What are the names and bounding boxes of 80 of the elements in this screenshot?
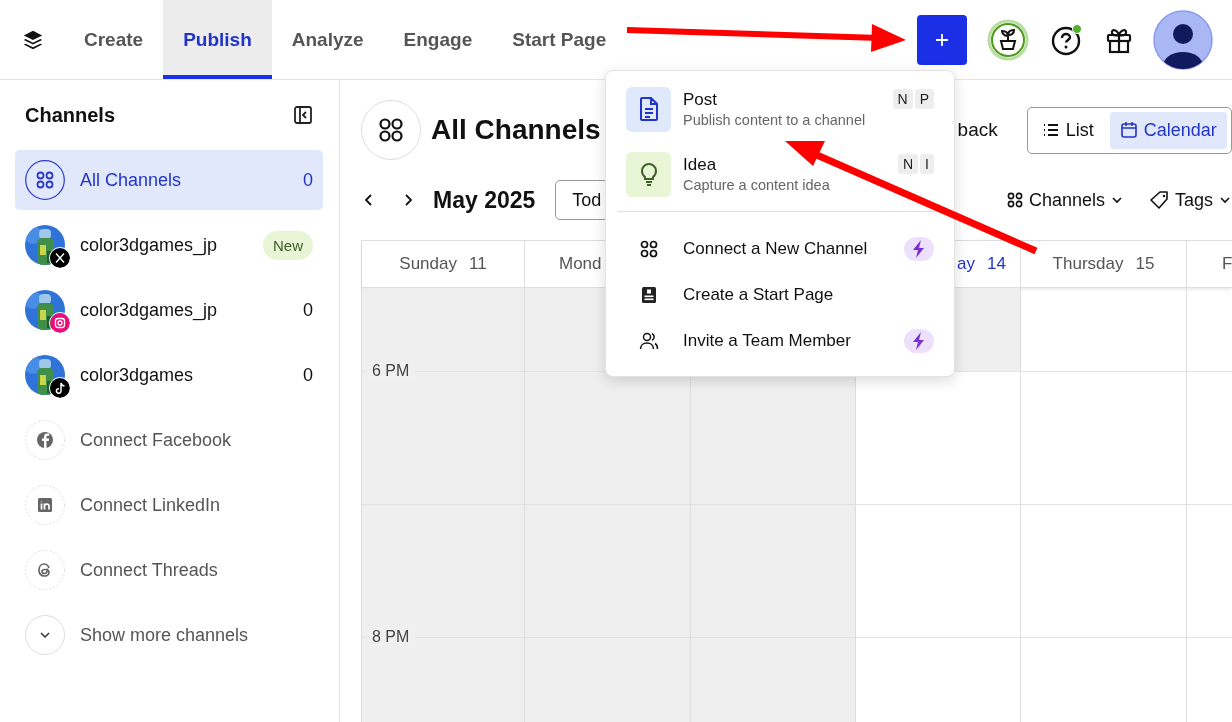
feedback-button[interactable]: back bbox=[957, 119, 998, 141]
nav-tab[interactable]: Start Page bbox=[492, 0, 627, 79]
menu-item[interactable]: Connect a New Channel bbox=[626, 226, 934, 272]
music-note-icon bbox=[49, 377, 71, 399]
day-name: Thursday bbox=[1052, 254, 1124, 274]
menu-item-description: Publish content to a channel bbox=[683, 112, 866, 128]
nav-tab[interactable]: Create bbox=[64, 0, 164, 79]
grid-icon bbox=[361, 100, 421, 160]
menu-item-label: Connect a New Channel bbox=[683, 239, 868, 259]
day-name: ay bbox=[957, 254, 976, 274]
grid-icon bbox=[1005, 191, 1024, 209]
linkedin-icon bbox=[25, 485, 65, 525]
avatar-icon[interactable] bbox=[1153, 9, 1213, 70]
channel-item[interactable]: Show more channels bbox=[15, 605, 323, 665]
day-name: Sunday bbox=[399, 254, 457, 274]
menu-item-title: Idea bbox=[683, 155, 718, 175]
page-title: All Channels bbox=[431, 114, 601, 146]
menu-item-title: Post bbox=[683, 90, 719, 110]
day-date: 11 bbox=[469, 254, 487, 274]
channel-name: color3dgames_jp bbox=[80, 234, 218, 256]
channel-item[interactable]: Connect LinkedIn bbox=[15, 475, 323, 535]
channel-item[interactable]: color3dgames 0 bbox=[15, 345, 323, 405]
day-date: 15 bbox=[1135, 254, 1155, 274]
channel-name: Connect Facebook bbox=[80, 429, 232, 451]
facebook-icon bbox=[25, 420, 65, 460]
day-date: 14 bbox=[987, 254, 1006, 274]
menu-item[interactable]: Invite a Team Member bbox=[626, 318, 934, 364]
grid-icon bbox=[639, 239, 659, 259]
menu-item-description: Capture a content idea bbox=[683, 177, 830, 193]
day-name: F bbox=[1222, 254, 1232, 274]
nav-tab[interactable]: Publish bbox=[163, 0, 272, 79]
channel-item[interactable]: Connect Facebook bbox=[15, 410, 323, 470]
nav-tab[interactable]: Engage bbox=[383, 0, 493, 79]
day-name: Mond bbox=[559, 254, 602, 274]
filter-dropdown[interactable]: Tags bbox=[1149, 189, 1232, 211]
new-badge: New bbox=[263, 230, 313, 260]
help-icon[interactable] bbox=[1049, 21, 1085, 58]
channel-name: Show more channels bbox=[80, 624, 249, 646]
channel-item[interactable]: color3dgames_jp New bbox=[15, 215, 323, 275]
channel-name: Connect LinkedIn bbox=[80, 494, 221, 516]
channel-item[interactable]: Connect Threads bbox=[15, 540, 323, 600]
grid-icon bbox=[25, 160, 65, 200]
list-icon bbox=[1041, 121, 1060, 139]
view-button[interactable]: Calendar bbox=[1109, 111, 1227, 149]
create-button[interactable] bbox=[917, 14, 967, 65]
chevron-down-icon bbox=[25, 615, 65, 655]
channel-name: color3dgames bbox=[80, 364, 194, 386]
threads-icon bbox=[25, 550, 65, 590]
layers-logo-icon[interactable] bbox=[22, 28, 44, 51]
post-count: 0 bbox=[303, 169, 313, 191]
filter-dropdown[interactable]: Channels bbox=[1005, 189, 1124, 211]
channel-name: All Channels bbox=[80, 169, 182, 191]
camera-icon bbox=[49, 312, 71, 334]
shortcut-key: N bbox=[892, 89, 913, 109]
people-icon bbox=[639, 331, 659, 351]
tag-icon bbox=[1149, 190, 1170, 210]
sidebar-title: Channels bbox=[25, 103, 116, 127]
view-button[interactable]: List bbox=[1031, 111, 1104, 149]
nav-tab[interactable]: Analyze bbox=[271, 0, 384, 79]
post-count: 0 bbox=[303, 364, 313, 386]
post-count: 0 bbox=[303, 299, 313, 321]
shortcut-key: I bbox=[920, 154, 934, 174]
menu-item-label: Create a Start Page bbox=[683, 285, 834, 305]
x-logo-icon bbox=[49, 247, 71, 269]
collapse-sidebar-icon[interactable] bbox=[293, 105, 313, 125]
menu-item[interactable]: Create a Start Page bbox=[626, 272, 934, 318]
menu-item-label: Invite a Team Member bbox=[683, 331, 851, 351]
menu-item[interactable]: Idea Capture a content idea N I bbox=[626, 151, 934, 197]
plant-icon[interactable] bbox=[987, 18, 1029, 61]
shortcut-key: N bbox=[898, 154, 919, 174]
channel-name: color3dgames_jp bbox=[80, 299, 218, 321]
shortcut-key: P bbox=[914, 89, 934, 109]
menu-item[interactable]: Post Publish content to a channel N P bbox=[626, 86, 934, 132]
calendar-icon bbox=[1119, 121, 1138, 139]
month-label: May 2025 bbox=[433, 186, 536, 214]
profile-card-icon bbox=[639, 285, 659, 305]
channel-item[interactable]: color3dgames_jp 0 bbox=[15, 280, 323, 340]
channel-name: Connect Threads bbox=[80, 559, 218, 581]
plus-icon bbox=[934, 31, 950, 48]
channel-item[interactable]: All Channels 0 bbox=[15, 150, 323, 210]
